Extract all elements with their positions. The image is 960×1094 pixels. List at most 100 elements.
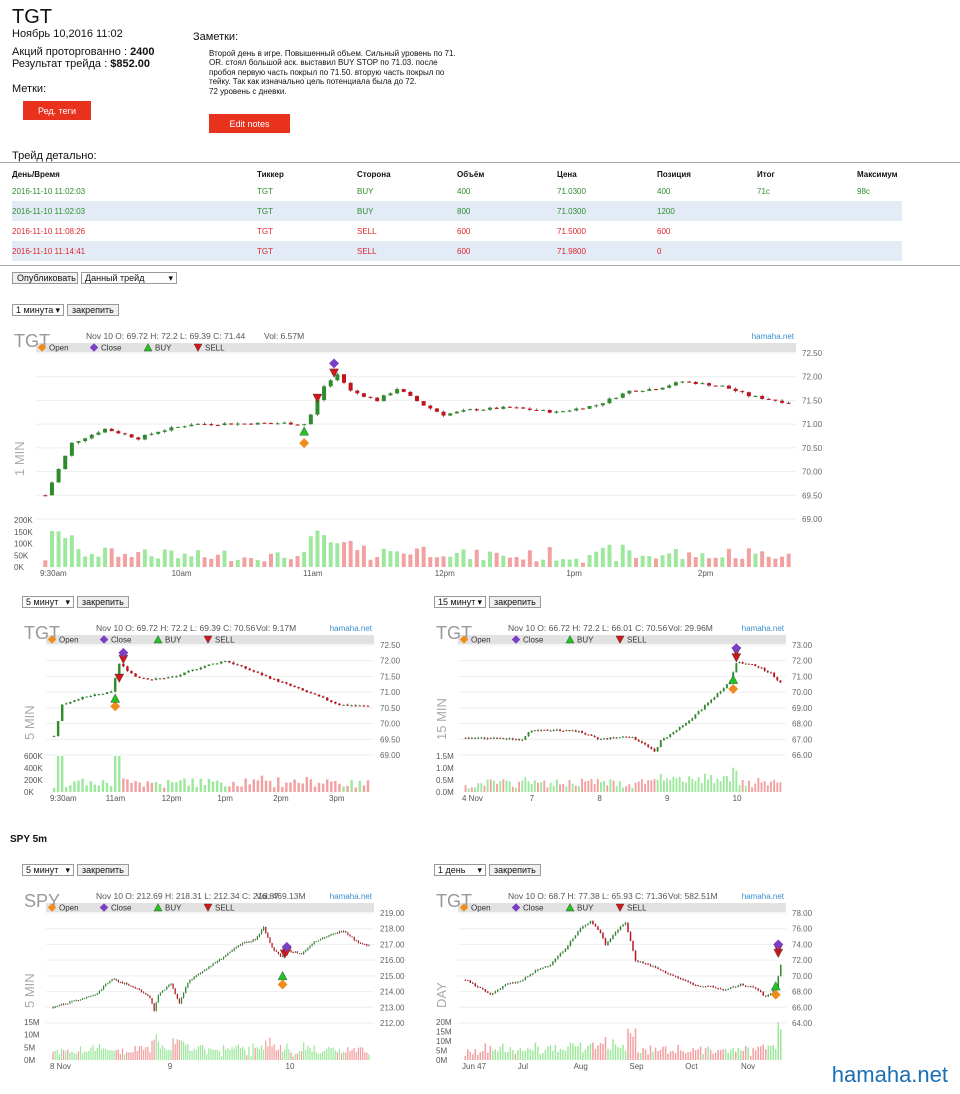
candle-body xyxy=(161,990,164,993)
interval-select[interactable]: 15 минут ▾ xyxy=(434,596,486,608)
volume-bar xyxy=(272,787,276,792)
candles xyxy=(43,372,791,497)
volume-bar xyxy=(309,779,313,792)
volume-bar xyxy=(305,1049,307,1060)
legend-label: SELL xyxy=(627,904,647,913)
volume-bar xyxy=(169,550,174,567)
pin-button[interactable]: закрепить xyxy=(67,304,119,316)
volume-bar xyxy=(482,1051,484,1060)
candle-body xyxy=(294,951,296,953)
candle-body xyxy=(338,931,341,934)
chart-tgt_daily[interactable]: TGT Nov 10 O: 68.7 H: 77.38 L: 65.93 C: 7… xyxy=(434,878,826,1082)
volume-bar xyxy=(572,1043,574,1060)
candle-body xyxy=(248,941,250,943)
interval-select[interactable]: 1 день ▾ xyxy=(434,864,486,876)
price-tick: 70.00 xyxy=(380,720,401,729)
volume-bar xyxy=(248,784,251,792)
volume-bar xyxy=(43,560,48,567)
candle-body xyxy=(657,967,659,970)
volume-tick: 400K xyxy=(24,764,43,773)
chart-spy_5min[interactable]: SPY Nov 10 O: 212.69 H: 218.31 L: 212.34 … xyxy=(22,878,414,1082)
volume-bar xyxy=(225,1049,227,1060)
volume-bar xyxy=(244,1049,246,1060)
volume-bar xyxy=(288,559,293,567)
volume-bar xyxy=(170,1049,172,1060)
chart-tgt_15min[interactable]: TGT Nov 10 O: 66.72 H: 72.2 L: 66.01 C: 7… xyxy=(434,610,826,812)
volume-bar xyxy=(567,559,572,567)
volume-bar xyxy=(187,785,190,792)
volume-bar xyxy=(311,1051,313,1060)
trade-scope-select[interactable]: Данный трейд ▾ xyxy=(81,272,177,284)
candle-body xyxy=(315,941,317,943)
volume-bar xyxy=(227,1048,229,1060)
candle-body xyxy=(209,424,214,426)
chart-tgt_5min[interactable]: TGT Nov 10 O: 69.72 H: 72.2 L: 69.39 C: 7… xyxy=(22,610,414,812)
candle-body xyxy=(593,735,596,738)
x-tick: 3pm xyxy=(329,794,345,803)
candle-body xyxy=(468,409,473,411)
volume-bar xyxy=(338,783,341,792)
volume-bar xyxy=(653,558,658,567)
volume-bar xyxy=(499,1046,502,1060)
candle-body xyxy=(477,986,479,988)
volume-bar xyxy=(241,1046,244,1060)
candle-body xyxy=(515,739,517,741)
volume-bar xyxy=(77,1051,79,1060)
candle-body xyxy=(773,672,776,677)
candle-body xyxy=(521,407,526,409)
candle-body xyxy=(240,665,243,667)
volume-bar xyxy=(258,1049,261,1060)
edit-tags-button[interactable]: Ред. теги xyxy=(23,101,91,120)
candle-body xyxy=(692,983,694,985)
volume-bar xyxy=(83,556,88,567)
pin-button[interactable]: закрепить xyxy=(489,596,541,608)
candle-body xyxy=(634,950,637,961)
candle-body xyxy=(673,382,678,386)
candle-body xyxy=(303,951,305,955)
candle-body xyxy=(340,931,343,933)
candle-body xyxy=(564,949,567,952)
volume-bar xyxy=(574,558,579,567)
x-tick: 12pm xyxy=(162,794,182,803)
x-tick: 9:30am xyxy=(40,569,67,578)
candle-body xyxy=(98,991,101,994)
price-tick: 215.00 xyxy=(380,972,405,981)
edit-notes-button[interactable]: Edit notes xyxy=(209,114,290,133)
interval-select[interactable]: 1 минута ▾ xyxy=(12,304,64,316)
interval-select[interactable]: 5 минут ▾ xyxy=(22,864,74,876)
pin-button[interactable]: закрепить xyxy=(77,596,129,608)
volume-bar xyxy=(637,1052,639,1060)
volume-bar xyxy=(669,779,672,792)
volume-bar xyxy=(195,787,198,792)
candle-body xyxy=(313,941,315,944)
candle-body xyxy=(742,983,744,986)
pin-button[interactable]: закрепить xyxy=(489,864,541,876)
volume-bar xyxy=(242,557,247,567)
candle-body xyxy=(606,738,609,740)
candle-body xyxy=(153,1003,155,1012)
trade-datetime: Ноябрь 10,2016 11:02 xyxy=(12,28,123,40)
candle-body xyxy=(639,961,642,963)
interval-select[interactable]: 5 минут ▾ xyxy=(22,596,74,608)
candle-body xyxy=(524,977,527,980)
volume-bar xyxy=(75,1053,77,1060)
volume-bar xyxy=(281,1051,284,1060)
publish-button[interactable]: Опубликовать xyxy=(12,272,78,284)
candle-body xyxy=(489,737,492,739)
candle-body xyxy=(562,951,564,953)
pin-button[interactable]: закрепить xyxy=(77,864,129,876)
candle-body xyxy=(762,992,764,996)
chevron-down-icon: ▾ xyxy=(55,304,60,315)
volume-bar xyxy=(699,1046,702,1060)
candle-body xyxy=(647,963,649,965)
volume-readout: Vol: 29.96M xyxy=(668,623,713,633)
ohlc-readout: Nov 10 O: 66.72 H: 72.2 L: 66.01 C: 70.5… xyxy=(508,623,668,633)
interval-value: 1 день xyxy=(438,865,466,875)
candle-body xyxy=(614,397,619,399)
volume-bar xyxy=(116,556,121,567)
chart-tgt_1min[interactable]: TGT Nov 10 O: 69.72 H: 72.2 L: 69.39 C: 7… xyxy=(12,318,838,587)
candle-body xyxy=(191,669,194,671)
candle-body xyxy=(277,678,280,682)
volume-bar xyxy=(149,556,154,567)
volume-bar xyxy=(319,1053,322,1060)
